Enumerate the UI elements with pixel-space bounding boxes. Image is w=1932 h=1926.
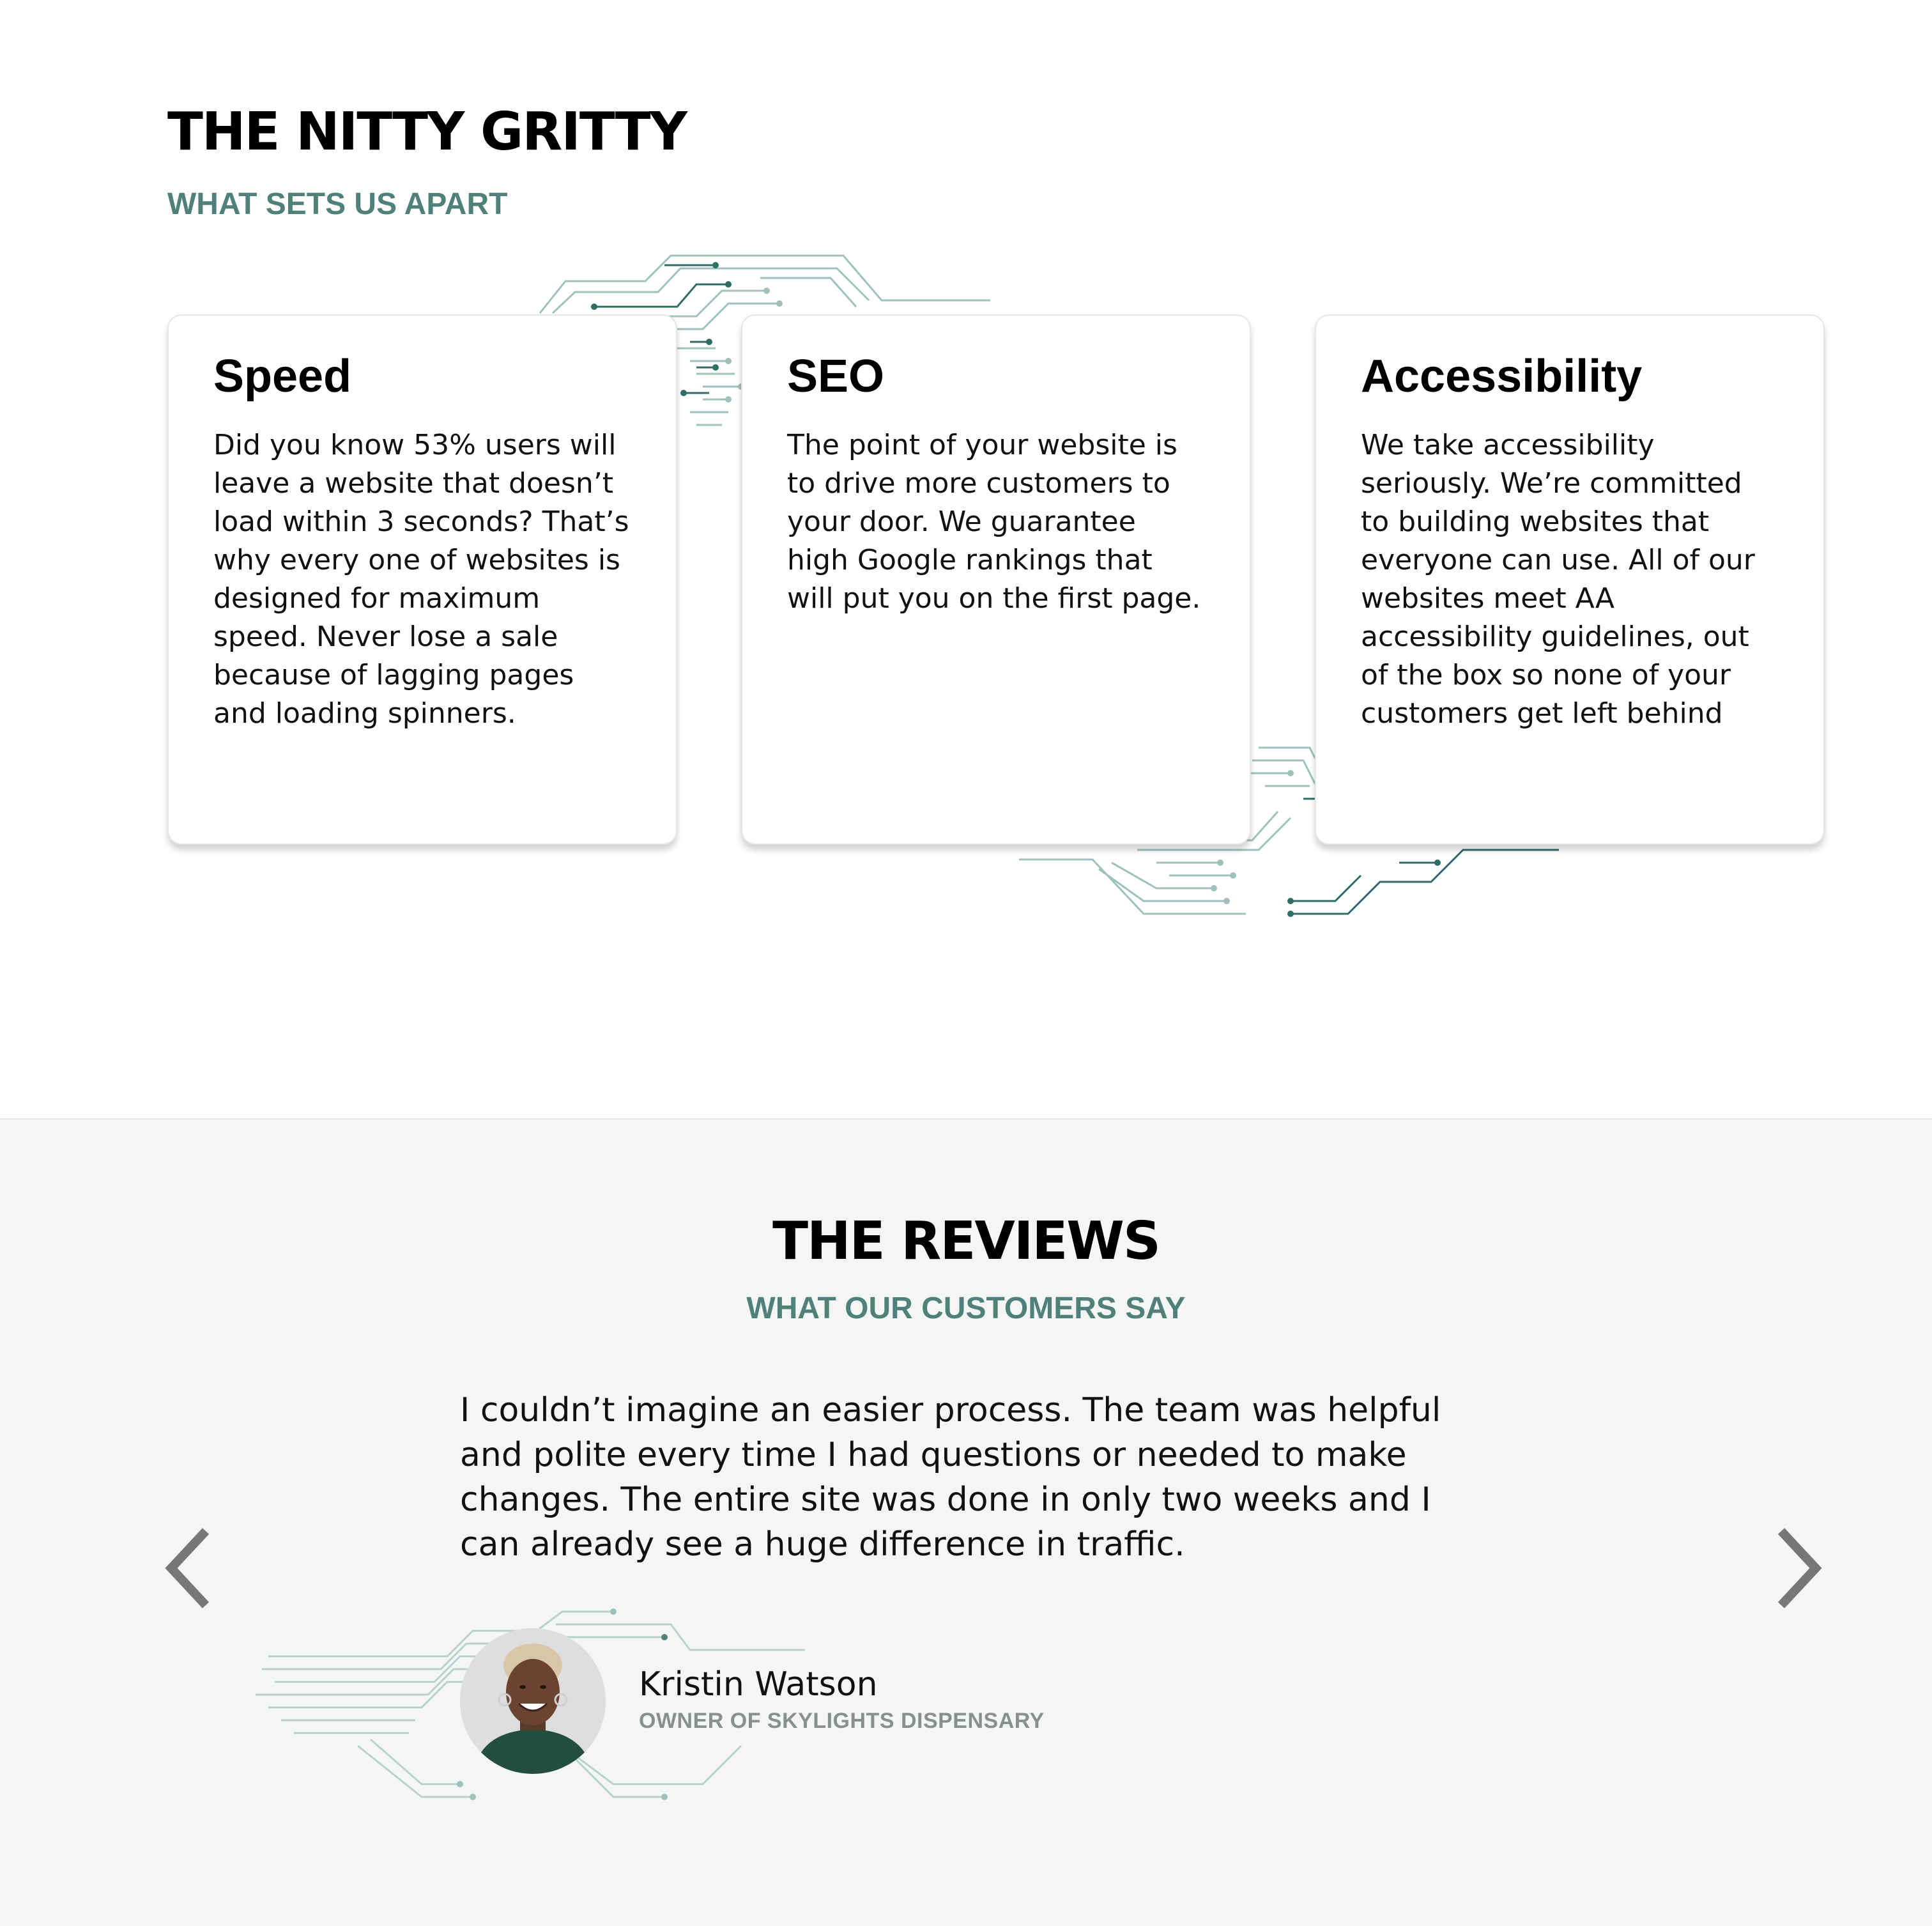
page: THE NITTY GRITTY WHAT SETS US APART Spee… bbox=[0, 0, 1932, 1926]
feature-card-title: Accessibility bbox=[1361, 351, 1643, 402]
avatar-photo bbox=[460, 1628, 606, 1774]
reviews-section: THE REVIEWS WHAT OUR CUSTOMERS SAY I cou… bbox=[0, 1118, 1932, 1926]
chevron-right-icon bbox=[1777, 1528, 1822, 1608]
carousel-prev-button[interactable] bbox=[160, 1523, 217, 1613]
feature-card-seo: SEO The point of your website is to driv… bbox=[741, 314, 1251, 845]
reviewer-name: Kristin Watson bbox=[639, 1665, 878, 1704]
reviews-subtitle: WHAT OUR CUSTOMERS SAY bbox=[746, 1291, 1186, 1325]
features-title: THE NITTY GRITTY bbox=[167, 102, 687, 162]
features-subtitle: WHAT SETS US APART bbox=[167, 187, 508, 221]
reviewer-role: OWNER OF SKYLIGHTS DISPENSARY bbox=[639, 1709, 1045, 1733]
reviews-title: THE REVIEWS bbox=[772, 1211, 1161, 1272]
features-section: THE NITTY GRITTY WHAT SETS US APART Spee… bbox=[0, 0, 1932, 1118]
review-quote: I couldn’t imagine an easier process. Th… bbox=[460, 1391, 1441, 1564]
feature-card-title: SEO bbox=[787, 351, 885, 402]
feature-card-text: Did you know 53% users will leave a webs… bbox=[213, 429, 629, 730]
feature-card-title: Speed bbox=[213, 351, 352, 402]
feature-card-accessibility: Accessibility We take accessibility seri… bbox=[1315, 314, 1825, 845]
avatar bbox=[460, 1628, 606, 1774]
feature-card-speed: Speed Did you know 53% users will leave … bbox=[167, 314, 677, 845]
feature-card-text: We take accessibility seriously. We’re c… bbox=[1361, 429, 1755, 730]
carousel-next-button[interactable] bbox=[1770, 1523, 1827, 1613]
chevron-left-icon bbox=[165, 1528, 210, 1608]
feature-card-text: The point of your website is to drive mo… bbox=[787, 429, 1201, 615]
